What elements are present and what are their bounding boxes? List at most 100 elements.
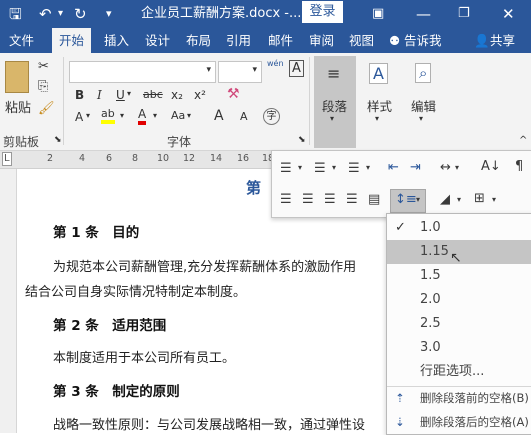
chevron-down-icon[interactable]: ▾	[419, 114, 423, 123]
format-painter-icon[interactable]: 🖌	[38, 101, 55, 116]
line-spacing-option[interactable]: ✓ 1.0	[387, 216, 531, 240]
ruler-tick: 2	[47, 153, 54, 164]
tab-file[interactable]: 文件	[9, 28, 34, 53]
align-center-icon[interactable]: ☰	[302, 192, 314, 207]
line-spacing-option[interactable]: 2.0	[387, 288, 531, 312]
align-left-icon[interactable]: ☰	[280, 192, 292, 207]
font-launcher-icon[interactable]: ⬊	[298, 135, 306, 145]
tab-insert[interactable]: 插入	[104, 28, 129, 53]
heading-article-2: 第 2 条 适用范围	[53, 318, 167, 334]
tab-layout[interactable]: 布局	[186, 28, 211, 53]
minimize-icon[interactable]: —	[416, 0, 431, 28]
line-spacing-option[interactable]: 1.5	[387, 264, 531, 288]
grow-font-button[interactable]: A	[214, 108, 224, 124]
shrink-font-button[interactable]: A	[240, 110, 248, 123]
remove-space-after-item[interactable]: ⇣ 删除段落后的空格(A)	[387, 410, 531, 434]
copy-icon[interactable]: ⎘	[38, 79, 48, 94]
chevron-down-icon[interactable]: ▾	[206, 65, 211, 75]
strikethrough-button[interactable]: abc	[143, 88, 163, 101]
font-size-combobox[interactable]: ▾	[218, 61, 262, 83]
shading-dropdown-icon[interactable]: ▾	[457, 195, 461, 204]
line-spacing-option[interactable]: 1.15 ↖	[387, 240, 531, 266]
undo-icon[interactable]: ↶	[39, 0, 52, 28]
multilevel-dropdown-icon[interactable]: ▾	[366, 163, 370, 172]
option-label: 删除段落前的空格(B)	[420, 391, 529, 405]
borders-dropdown-icon[interactable]: ▾	[492, 195, 496, 204]
highlight-dropdown-icon[interactable]: ▾	[120, 111, 124, 120]
tab-home[interactable]: 开始	[52, 28, 92, 53]
subscript-button[interactable]: x₂	[171, 88, 183, 102]
redo-icon[interactable]: ↻	[74, 0, 87, 28]
tab-selector-icon[interactable]: L	[2, 152, 12, 166]
restore-icon[interactable]: ❐	[458, 0, 470, 28]
line-spacing-option[interactable]: 3.0	[387, 336, 531, 360]
font-color-icon[interactable]: A	[138, 108, 147, 125]
bullets-icon[interactable]: ☰	[280, 161, 292, 176]
ribbon-display-icon[interactable]: ▣	[372, 0, 384, 28]
tab-view[interactable]: 视图	[349, 28, 374, 53]
superscript-button[interactable]: x²	[194, 88, 206, 102]
line-spacing-option[interactable]: 2.5	[387, 312, 531, 336]
chinese-layout-icon[interactable]: ↔	[440, 160, 451, 175]
numbering-icon[interactable]: ☰	[314, 161, 326, 176]
tab-references[interactable]: 引用	[226, 28, 251, 53]
search-icon[interactable]: ⌕	[415, 63, 432, 83]
borders-icon[interactable]: ⊞	[474, 191, 485, 206]
share-button[interactable]: 共享	[490, 28, 515, 53]
char-border-icon[interactable]: A	[289, 60, 304, 77]
remove-space-before-item[interactable]: ⇡ 删除段落前的空格(B)	[387, 386, 531, 410]
change-case-icon[interactable]: Aa	[171, 109, 185, 122]
option-label: 1.0	[420, 220, 441, 235]
paste-icon[interactable]	[5, 61, 29, 93]
enclose-char-button[interactable]: 字	[263, 108, 280, 125]
text-effects-dropdown-icon[interactable]: ▾	[86, 111, 90, 120]
editing-button[interactable]: 编辑	[411, 96, 436, 115]
underline-button[interactable]: U	[116, 88, 125, 102]
paragraph-button[interactable]: ≡ 段落 ▾	[314, 56, 356, 148]
sort-icon[interactable]: A↓	[481, 159, 501, 174]
font-color-dropdown-icon[interactable]: ▾	[153, 111, 157, 120]
undo-dropdown-icon[interactable]: ▾	[58, 0, 63, 28]
text-effects-icon[interactable]: A	[75, 110, 83, 124]
chinese-layout-dropdown-icon[interactable]: ▾	[455, 163, 459, 172]
tab-review[interactable]: 审阅	[309, 28, 334, 53]
tab-mailings[interactable]: 邮件	[268, 28, 293, 53]
login-button[interactable]: 登录	[302, 1, 343, 23]
font-name-combobox[interactable]: ▾	[69, 61, 216, 83]
line-spacing-button[interactable]: ↕≡ ▾	[390, 189, 426, 213]
show-marks-icon[interactable]: ¶	[515, 159, 523, 174]
decrease-indent-icon[interactable]: ⇤	[388, 160, 399, 175]
styles-icon[interactable]: A	[369, 63, 388, 84]
clipboard-launcher-icon[interactable]: ⬊	[54, 135, 62, 145]
bold-button[interactable]: B	[75, 88, 84, 102]
vertical-ruler[interactable]	[0, 169, 17, 433]
numbering-dropdown-icon[interactable]: ▾	[332, 163, 336, 172]
justify-icon[interactable]: ☰	[346, 192, 358, 207]
highlight-color-icon[interactable]: ab	[101, 108, 115, 124]
tab-design[interactable]: 设计	[145, 28, 170, 53]
line-spacing-options-item[interactable]: 行距选项...	[387, 360, 531, 384]
align-right-icon[interactable]: ☰	[324, 192, 336, 207]
shading-icon[interactable]: ◢	[440, 192, 450, 207]
chevron-down-icon[interactable]: ▾	[375, 114, 379, 123]
phonetic-guide-icon[interactable]: wén	[267, 59, 284, 68]
multilevel-list-icon[interactable]: ☰	[348, 161, 360, 176]
tell-me-button[interactable]: 告诉我	[404, 28, 442, 53]
bullets-dropdown-icon[interactable]: ▾	[298, 163, 302, 172]
ruler-tick: 6	[106, 153, 113, 164]
collapse-ribbon-icon[interactable]: ^	[519, 135, 527, 146]
clear-formatting-icon[interactable]: ⚒	[227, 86, 240, 102]
change-case-dropdown-icon[interactable]: ▾	[187, 111, 191, 120]
italic-button[interactable]: I	[97, 88, 102, 102]
increase-indent-icon[interactable]: ⇥	[410, 160, 421, 175]
underline-dropdown-icon[interactable]: ▾	[127, 89, 131, 98]
paste-button[interactable]: 粘贴	[5, 97, 31, 116]
close-icon[interactable]: ✕	[502, 0, 515, 28]
styles-button[interactable]: 样式	[367, 96, 392, 115]
share-icon: 👤	[474, 33, 490, 48]
save-icon[interactable]: 🖫	[9, 0, 22, 28]
customize-toolbar-icon[interactable]: ▾	[106, 0, 112, 28]
distributed-icon[interactable]: ▤	[368, 192, 380, 207]
cut-icon[interactable]: ✂	[38, 59, 49, 74]
chevron-down-icon[interactable]: ▾	[252, 65, 257, 75]
